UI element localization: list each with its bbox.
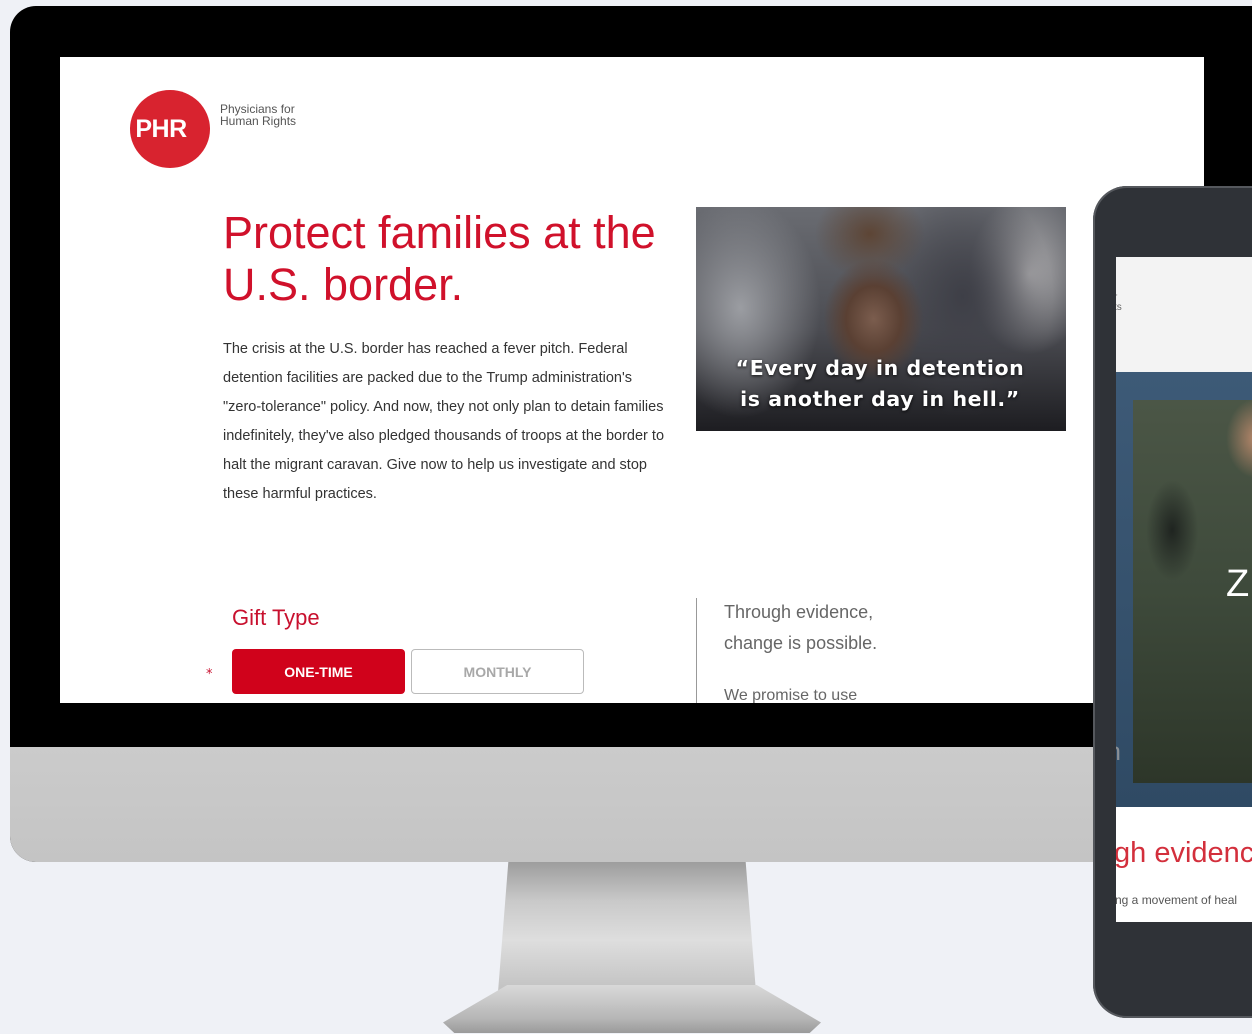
monitor-stand-neck xyxy=(498,862,756,992)
logo-mark: PHR xyxy=(135,114,187,143)
tablet-side-line1: c xyxy=(1116,704,1121,736)
phr-logo[interactable]: PHR xyxy=(130,90,210,168)
tablet-logo-text: r ts xyxy=(1116,293,1122,313)
tablet-hero-text: Z xyxy=(1226,563,1250,605)
hero-quote-line2: is another day in hell.” xyxy=(740,387,1020,411)
hero-quote-line1: “Every day in detention xyxy=(735,356,1025,380)
monitor-stand-base xyxy=(443,985,821,1033)
body-copy: The crisis at the U.S. border has reache… xyxy=(223,341,665,502)
tablet-screen: r ts Z c th gh evidenc ng a movement of … xyxy=(1116,257,1252,922)
org-name-line2: Human Rights xyxy=(220,114,297,128)
evidence-line1: Through evidence, xyxy=(724,602,874,622)
tablet-side-line2: th xyxy=(1116,736,1121,768)
tablet-logo-line2: ts xyxy=(1116,302,1122,313)
promise-text: We promise to use xyxy=(724,687,858,703)
evidence-message: Through evidence, change is possible. xyxy=(724,597,984,659)
vertical-divider xyxy=(696,598,697,703)
hero-quote: “Every day in detention is another day i… xyxy=(710,353,1050,415)
tablet-evidence-heading: gh evidenc xyxy=(1116,837,1252,869)
page-headline: Protect families at the U.S. border. xyxy=(223,207,656,310)
required-asterisk: * xyxy=(206,667,213,682)
tablet-side-text: c th xyxy=(1116,704,1121,768)
gift-type-label: Gift Type xyxy=(232,605,320,630)
tablet-header: r ts xyxy=(1116,257,1252,372)
gift-one-time-button[interactable]: ONE-TIME xyxy=(232,649,405,694)
gift-monthly-button[interactable]: MONTHLY xyxy=(411,649,584,694)
desktop-screen: PHR Physicians for Human Rights Protect … xyxy=(60,57,1204,703)
hero-photo: “Every day in detention is another day i… xyxy=(696,207,1066,431)
tablet-movement-text: ng a movement of heal xyxy=(1116,893,1238,907)
evidence-line2: change is possible. xyxy=(724,633,878,653)
org-name[interactable]: Physicians for Human Rights xyxy=(220,103,340,127)
monitor-chin xyxy=(10,747,1252,862)
